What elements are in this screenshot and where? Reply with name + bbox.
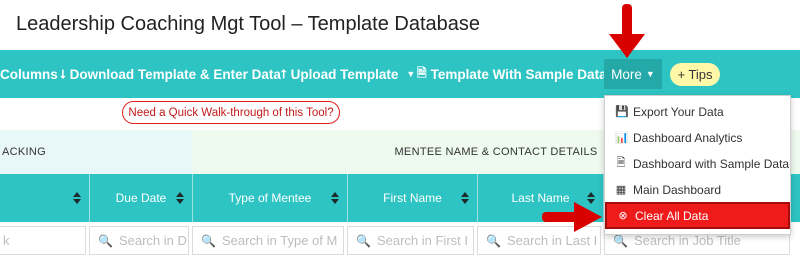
search-icon: 🔍 [201, 233, 216, 248]
menu-item-main-dashboard[interactable]: ▦ Main Dashboard [605, 176, 790, 203]
group-header-tracking: ACKING [0, 130, 192, 174]
chevron-down-icon: ▼ [406, 69, 416, 79]
sample-label: Template With Sample Data [430, 66, 607, 82]
search-placeholder: Search in Type of M [221, 233, 338, 248]
table-icon: ▦ [615, 184, 627, 196]
clear-icon: ⊗ [618, 210, 628, 222]
column-header-type-of-mentee[interactable]: Type of Mentee [193, 174, 348, 222]
upload-label: Upload Template [290, 66, 399, 82]
more-button[interactable]: More ▼ [604, 59, 662, 89]
columns-button[interactable]: Columns [0, 50, 58, 98]
column-header-tracking[interactable] [0, 174, 90, 222]
menu-item-label: Export Your Data [633, 104, 724, 119]
tips-button[interactable]: + Tips [670, 63, 720, 86]
sort-icon[interactable] [176, 192, 184, 204]
column-header-due-date[interactable]: Due Date [90, 174, 193, 222]
bar-chart-icon: 📊 [615, 132, 629, 144]
download-template-button[interactable]: ⭣ Download Template & Enter Data [60, 50, 281, 98]
search-placeholder: Search in Job Title [633, 233, 741, 248]
walkthrough-button[interactable]: Need a Quick Walk-through of this Tool? [122, 101, 340, 124]
search-input-type-of-mentee[interactable]: 🔍 Search in Type of M [192, 226, 344, 255]
annotation-arrow-down-icon [609, 4, 645, 58]
menu-item-label: Clear All Data [635, 208, 709, 223]
sort-icon[interactable] [461, 192, 469, 204]
chevron-down-icon: ▼ [645, 69, 655, 79]
upload-icon: ⭡ [281, 66, 287, 81]
search-placeholder: k [3, 233, 10, 248]
export-icon: 💾 [615, 106, 629, 118]
annotation-arrow-right-icon [542, 202, 602, 232]
column-header-label: Type of Mentee [228, 191, 312, 205]
document-icon: 🗎 [417, 65, 427, 80]
sort-icon[interactable] [331, 192, 339, 204]
menu-item-label: Dashboard with Sample Data [633, 156, 790, 171]
menu-item-clear-all-data[interactable]: ⊗ Clear All Data [605, 202, 790, 229]
menu-item-dashboard-analytics[interactable]: 📊 Dashboard Analytics [605, 124, 790, 151]
search-icon: 🔍 [98, 233, 113, 248]
download-icon: ⭣ [60, 66, 66, 81]
search-icon: 🔍 [613, 233, 628, 248]
more-label: More [611, 66, 642, 82]
template-sample-data-button[interactable]: 🗎 Template With Sample Data [417, 50, 607, 98]
page-title: Leadership Coaching Mgt Tool – Template … [16, 13, 481, 35]
search-input-tracking[interactable]: k [0, 226, 86, 255]
search-icon: 🔍 [356, 233, 371, 248]
title-bar: Leadership Coaching Mgt Tool – Template … [0, 0, 800, 50]
column-header-first-name[interactable]: First Name [348, 174, 478, 222]
document-icon: 🗎 [616, 157, 626, 169]
menu-item-dashboard-sample-data[interactable]: 🗎 Dashboard with Sample Data [605, 150, 790, 177]
columns-label: Columns [0, 66, 58, 82]
menu-item-label: Dashboard Analytics [633, 130, 743, 145]
search-placeholder: Search in D [118, 233, 187, 248]
menu-item-label: Main Dashboard [633, 182, 722, 197]
search-icon: 🔍 [486, 233, 501, 248]
sort-icon[interactable] [73, 192, 81, 204]
more-dropdown-menu: 💾 Export Your Data 📊 Dashboard Analytics… [604, 95, 791, 235]
download-label: Download Template & Enter Data [69, 66, 281, 82]
column-header-label: Due Date [115, 191, 167, 205]
search-placeholder: Search in First I [376, 233, 468, 248]
search-input-first-name[interactable]: 🔍 Search in First I [347, 226, 474, 255]
upload-template-button[interactable]: ⭡ Upload Template ▼ [281, 50, 415, 98]
column-header-label: First Name [383, 191, 442, 205]
search-placeholder: Search in Last I [506, 233, 598, 248]
search-input-due-date[interactable]: 🔍 Search in D [89, 226, 189, 255]
menu-item-export-data[interactable]: 💾 Export Your Data [605, 98, 790, 125]
